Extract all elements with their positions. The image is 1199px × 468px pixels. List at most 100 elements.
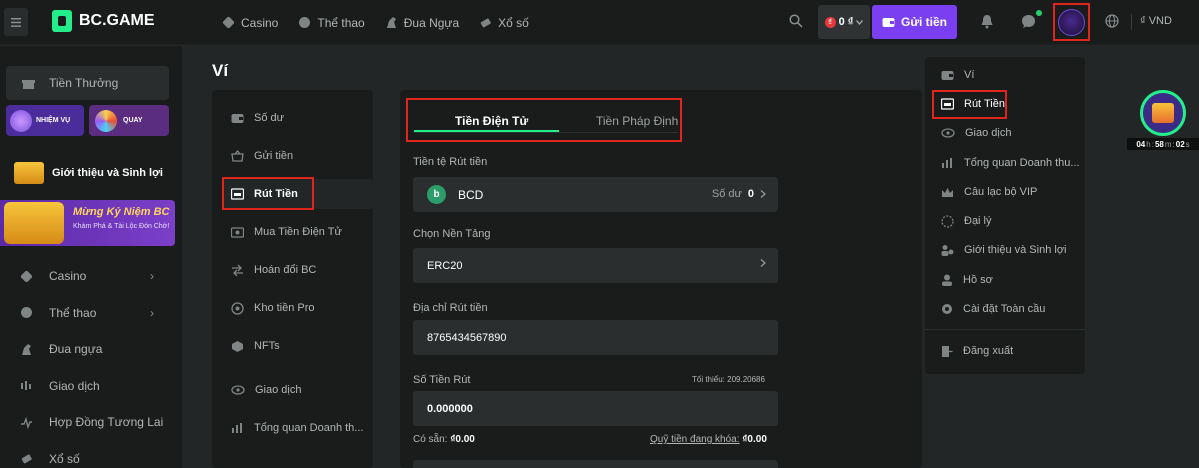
globe-icon[interactable]	[1105, 14, 1119, 28]
gift-event-button[interactable]	[1140, 90, 1186, 136]
balance-value: 0	[747, 188, 754, 200]
topnav-label: Casino	[241, 15, 279, 30]
minimum-note: Tối thiểu: 209.20686	[692, 375, 765, 384]
sidebar-item-futures[interactable]: Hợp Đồng Tương Lai	[0, 404, 182, 441]
topnav-lottery[interactable]: Xổ số	[479, 16, 529, 30]
wallet-nav-label: Gửi tiền	[254, 150, 294, 162]
timer-separator: :	[1151, 139, 1154, 149]
timer-unit: h	[1146, 139, 1151, 149]
wallet-nav-nfts[interactable]: NFTs	[222, 331, 373, 361]
sidebar-item-label: Casino	[49, 269, 87, 284]
gift-icon	[22, 79, 35, 89]
promo-row: NHIỆM VỤ QUAY	[6, 105, 169, 136]
deposit-button[interactable]: Gửi tiền	[872, 5, 957, 39]
menu-item-label: Đăng xuất	[963, 345, 1014, 357]
lottery-icon	[21, 454, 32, 464]
menu-toggle-button[interactable]	[4, 8, 28, 36]
referral-link[interactable]: Giới thiệu và Sinh lợi	[6, 158, 175, 188]
menu-item-wallet[interactable]: Ví	[941, 64, 1081, 86]
search-icon[interactable]	[789, 14, 803, 28]
wheel-icon	[95, 109, 117, 132]
menu-item-agent[interactable]: Đại lý	[941, 210, 1081, 232]
network-select[interactable]: ERC20	[413, 248, 778, 283]
wallet-nav-vault[interactable]: Kho tiền Pro	[222, 293, 373, 323]
buy-crypto-icon	[231, 226, 244, 238]
available-value: ₫0.00	[450, 434, 475, 445]
sidebar-item-horse-racing[interactable]: Đua ngựa	[0, 331, 182, 368]
wallet-nav-overview[interactable]: Tổng quan Doanh th...	[222, 413, 373, 443]
brand-logo[interactable]: BC.GAME	[52, 10, 155, 32]
user-avatar-button[interactable]	[1053, 3, 1090, 41]
wallet-nav-deposit[interactable]: Gửi tiền	[222, 141, 373, 171]
menu-item-logout[interactable]: Đăng xuất	[941, 340, 1081, 362]
highlight-box	[222, 177, 314, 210]
wallet-nav-transactions[interactable]: Giao dịch	[222, 375, 373, 405]
wallet-nav-label: Tổng quan Doanh th...	[254, 422, 364, 434]
wallet-icon	[941, 70, 954, 80]
amount-value: 0.000000	[427, 402, 473, 415]
locked-value: ₫0.00	[742, 434, 767, 445]
wallet-nav-buy-crypto[interactable]: Mua Tiền Điện Tử	[222, 217, 373, 247]
menu-item-profile[interactable]: Hồ sơ	[941, 269, 1081, 291]
bell-icon[interactable]	[980, 14, 994, 29]
top-nav: Casino Thể thao Đua Ngựa Xổ số	[222, 0, 529, 45]
currency-select[interactable]: b BCD Số dư 0	[413, 177, 778, 212]
wallet-nav-balance[interactable]: Số dư	[222, 103, 373, 133]
topnav-label: Thể thao	[317, 15, 365, 30]
chat-icon[interactable]	[1021, 14, 1036, 29]
overview-icon	[942, 158, 952, 168]
quest-promo[interactable]: NHIỆM VỤ	[6, 105, 84, 136]
deposit-icon	[231, 150, 244, 162]
profile-icon	[942, 274, 952, 286]
brand-name: BC.GAME	[79, 12, 155, 29]
treasure-chest-icon	[14, 162, 44, 184]
chevron-right-icon	[760, 190, 766, 198]
sidebar-item-lottery[interactable]: Xổ số	[0, 441, 182, 468]
address-input[interactable]: 8765434567890	[413, 320, 778, 355]
spin-promo[interactable]: QUAY	[89, 105, 169, 136]
currency-value: BCD	[458, 187, 484, 202]
menu-item-global-settings[interactable]: Cài đặt Toàn cầu	[941, 298, 1081, 320]
currency-selector[interactable]: ₫ VND	[1140, 15, 1172, 27]
address-label: Địa chỉ Rút tiền	[413, 302, 488, 314]
balance-info: Số dư 0	[712, 188, 766, 200]
sidebar-item-sports[interactable]: Thể thao ›	[0, 295, 182, 332]
sidebar-item-casino[interactable]: Casino ›	[0, 258, 182, 295]
network-chevron	[760, 259, 766, 267]
menu-item-transactions[interactable]: Giao dịch	[941, 122, 1081, 144]
sidebar-item-label: Giao dịch	[49, 378, 100, 393]
lottery-icon	[480, 18, 491, 28]
wallet-nav-label: Kho tiền Pro	[254, 302, 315, 314]
network-label: Chọn Nền Tảng	[413, 228, 491, 240]
highlight-box	[406, 98, 682, 142]
gift-icon	[1152, 103, 1174, 123]
topnav-sports[interactable]: Thể thao	[298, 15, 365, 30]
balance-selector[interactable]: ₫ 0 ₫	[818, 5, 870, 39]
chevron-right-icon: ›	[150, 269, 154, 284]
menu-item-referral[interactable]: Giới thiệu và Sinh lợi	[941, 239, 1081, 261]
topnav-horse-racing[interactable]: Đua Ngựa	[385, 16, 459, 30]
menu-item-overview[interactable]: Tổng quan Doanh thu...	[941, 152, 1081, 174]
vault-icon	[231, 301, 244, 315]
topnav-casino[interactable]: Casino	[222, 16, 278, 30]
sports-icon	[21, 307, 32, 319]
anniversary-title: Mừng Kỷ Niệm BC	[73, 206, 170, 218]
logout-icon	[942, 345, 953, 357]
wallet-icon	[882, 17, 895, 27]
menu-item-label: Giới thiệu và Sinh lợi	[964, 244, 1067, 256]
wallet-nav-swap[interactable]: Hoán đổi BC	[222, 255, 373, 285]
anniversary-banner[interactable]: Mừng Kỷ Niệm BC Khám Phá & Tài Lộc Đón C…	[0, 200, 175, 246]
menu-item-vip-club[interactable]: Câu lạc bộ VIP	[941, 181, 1081, 203]
bonus-label: Tiền Thưởng	[49, 76, 119, 90]
page-title: Ví	[212, 61, 229, 80]
quest-icon	[10, 109, 32, 132]
bonus-button[interactable]: Tiền Thưởng	[6, 66, 169, 100]
currency-label: Tiền tệ Rút tiền	[413, 156, 488, 168]
topnav-label: Đua Ngựa	[403, 15, 460, 30]
amount-input[interactable]: 0.000000	[413, 391, 778, 426]
trade-icon	[21, 381, 31, 391]
sidebar-item-label: Đua ngựa	[49, 342, 103, 357]
settings-icon	[942, 304, 952, 314]
locked-funds[interactable]: Quỹ tiền đang khóa: ₫0.00	[650, 434, 767, 445]
sidebar-item-trading[interactable]: Giao dịch	[0, 368, 182, 405]
